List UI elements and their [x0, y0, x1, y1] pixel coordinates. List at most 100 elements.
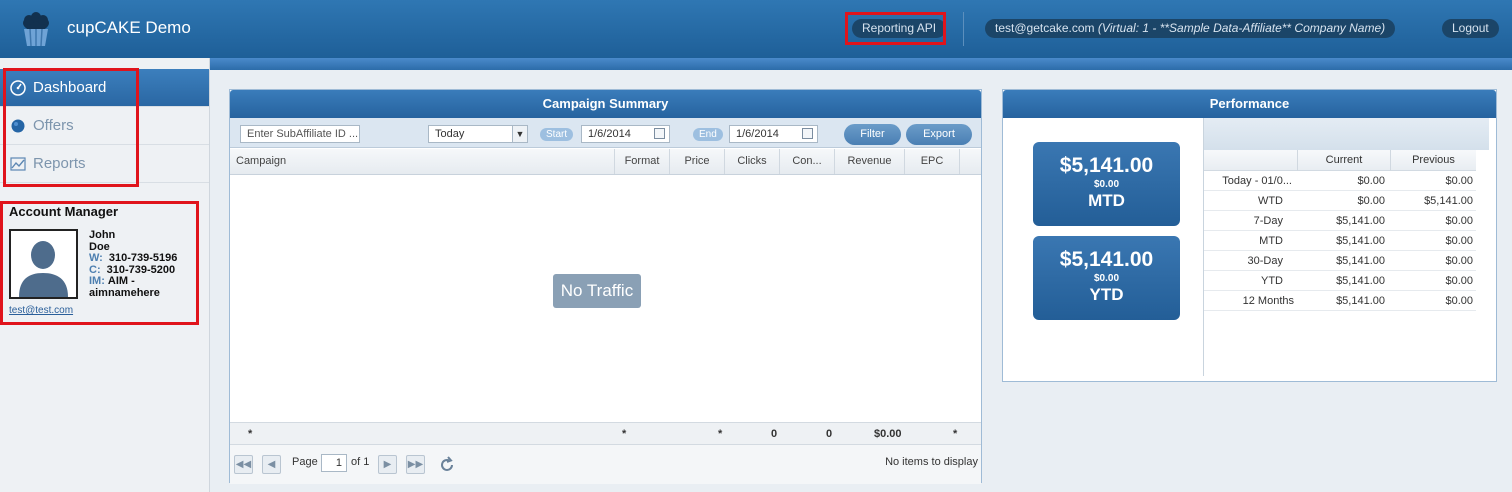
- last-page-icon[interactable]: ▶▶: [406, 455, 425, 474]
- row-previous: $0.00: [1445, 275, 1473, 287]
- mtd-label: MTD: [1088, 191, 1125, 210]
- header-subbar: [210, 58, 1512, 70]
- column-header-conversions[interactable]: Con...: [780, 149, 835, 174]
- subaffiliate-input[interactable]: Enter SubAffiliate ID ...: [240, 125, 360, 143]
- ytd-label: YTD: [1089, 285, 1124, 304]
- performance-table: Current Previous Today - 01/0... $0.00 $…: [1203, 118, 1489, 376]
- table-row: 12 Months $5,141.00 $0.00: [1204, 291, 1476, 311]
- row-label: Today - 01/0...: [1222, 175, 1292, 187]
- refresh-icon[interactable]: [437, 455, 457, 475]
- mtd-value: $5,141.00: [1059, 154, 1154, 177]
- app-title: cupCAKE Demo: [67, 18, 191, 37]
- row-current: $0.00: [1357, 195, 1385, 207]
- row-label: 30-Day: [1247, 255, 1283, 267]
- end-label: End: [693, 128, 723, 141]
- total-clicks: 0: [771, 428, 778, 440]
- panel-title: Performance: [1003, 90, 1496, 118]
- row-current: $5,141.00: [1336, 215, 1385, 227]
- mtd-kpi-card: $5,141.00 $0.00 MTD: [1033, 142, 1180, 226]
- user-detail: (Virtual: 1 - **Sample Data-Affiliate** …: [1097, 21, 1386, 35]
- highlight-box: [3, 68, 139, 187]
- table-row: YTD $5,141.00 $0.00: [1204, 271, 1476, 291]
- row-current: $5,141.00: [1336, 275, 1385, 287]
- total-campaign: *: [248, 428, 253, 440]
- page-count: of 1: [351, 456, 370, 468]
- ytd-sub-value: $0.00: [1093, 273, 1120, 284]
- column-header-revenue[interactable]: Revenue: [835, 149, 905, 174]
- page-number-input[interactable]: 1: [321, 454, 347, 472]
- row-previous: $0.00: [1445, 295, 1473, 307]
- row-current: $0.00: [1357, 175, 1385, 187]
- performance-panel: Performance $5,141.00 $0.00 MTD $5,141.0…: [1002, 89, 1497, 382]
- row-current: $5,141.00: [1336, 255, 1385, 267]
- calendar-icon[interactable]: [802, 128, 813, 139]
- next-page-icon[interactable]: ▶: [378, 455, 397, 474]
- campaign-toolbar: Enter SubAffiliate ID ... Today ▼ Start …: [230, 118, 981, 148]
- end-date-input[interactable]: 1/6/2014: [729, 125, 818, 143]
- column-header-price[interactable]: Price: [670, 149, 725, 174]
- mtd-sub-value: $0.00: [1093, 179, 1120, 190]
- ytd-kpi-card: $5,141.00 $0.00 YTD: [1033, 236, 1180, 320]
- prev-page-icon[interactable]: ◀: [262, 455, 281, 474]
- sidebar: Dashboard Offers Reports Account Manager…: [0, 58, 210, 492]
- total-price: *: [718, 428, 723, 440]
- column-header-clicks[interactable]: Clicks: [725, 149, 780, 174]
- row-label: YTD: [1261, 275, 1283, 287]
- logout-button[interactable]: Logout: [1442, 19, 1499, 38]
- pager: ◀◀ ◀ Page 1 of 1 ▶ ▶▶ No items to displa…: [230, 444, 981, 484]
- performance-table-header: Current Previous: [1204, 150, 1476, 171]
- table-row: 30-Day $5,141.00 $0.00: [1204, 251, 1476, 271]
- row-previous: $5,141.00: [1424, 195, 1473, 207]
- table-row: MTD $5,141.00 $0.00: [1204, 231, 1476, 251]
- export-button[interactable]: Export: [906, 124, 972, 145]
- table-row: WTD $0.00 $5,141.00: [1204, 191, 1476, 211]
- pager-status: No items to display: [885, 456, 978, 468]
- highlight-box: [0, 201, 199, 325]
- chevron-down-icon[interactable]: ▼: [512, 126, 527, 142]
- column-header-epc[interactable]: EPC: [905, 149, 960, 174]
- campaign-summary-panel: Campaign Summary Enter SubAffiliate ID .…: [229, 89, 982, 484]
- row-previous: $0.00: [1445, 175, 1473, 187]
- row-current: $5,141.00: [1336, 235, 1385, 247]
- row-previous: $0.00: [1445, 235, 1473, 247]
- column-header-current: Current: [1297, 150, 1391, 171]
- row-label: 12 Months: [1242, 295, 1294, 307]
- total-format: *: [622, 428, 627, 440]
- user-email: test@getcake.com: [995, 21, 1095, 35]
- table-row: 7-Day $5,141.00 $0.00: [1204, 211, 1476, 231]
- panel-title: Campaign Summary: [230, 90, 981, 118]
- column-header-previous: Previous: [1412, 154, 1455, 166]
- ytd-value: $5,141.00: [1059, 248, 1154, 271]
- column-header-campaign[interactable]: Campaign: [230, 149, 615, 174]
- campaign-grid-header: Campaign Format Price Clicks Con... Reve…: [230, 149, 981, 175]
- row-label: MTD: [1259, 235, 1283, 247]
- cupcake-logo-icon: [23, 12, 49, 47]
- app-header: cupCAKE Demo Reporting API test@getcake.…: [0, 0, 1512, 58]
- date-range-value: Today: [435, 128, 465, 140]
- row-current: $5,141.00: [1336, 295, 1385, 307]
- calendar-icon[interactable]: [654, 128, 665, 139]
- first-page-icon[interactable]: ◀◀: [234, 455, 253, 474]
- start-date-input[interactable]: 1/6/2014: [581, 125, 670, 143]
- table-row: Today - 01/0... $0.00 $0.00: [1204, 171, 1476, 191]
- no-traffic-message: No Traffic: [553, 274, 641, 308]
- header-divider: [963, 12, 964, 46]
- start-date-value: 1/6/2014: [588, 128, 631, 140]
- total-revenue: $0.00: [874, 428, 902, 440]
- total-epc: *: [953, 428, 958, 440]
- totals-row: * * * 0 0 $0.00 *: [230, 422, 981, 444]
- performance-table-top: [1204, 118, 1489, 150]
- row-previous: $0.00: [1445, 215, 1473, 227]
- row-previous: $0.00: [1445, 255, 1473, 267]
- row-label: 7-Day: [1253, 215, 1283, 227]
- total-conversions: 0: [826, 428, 833, 440]
- highlight-box: [845, 12, 946, 45]
- date-range-select[interactable]: Today ▼: [428, 125, 528, 143]
- filter-button[interactable]: Filter: [844, 124, 901, 145]
- row-label: WTD: [1257, 195, 1283, 207]
- start-label: Start: [540, 128, 574, 141]
- user-account-pill[interactable]: test@getcake.com (Virtual: 1 - **Sample …: [985, 19, 1396, 38]
- column-header-format[interactable]: Format: [615, 149, 670, 174]
- page-label: Page: [292, 456, 318, 468]
- end-date-value: 1/6/2014: [736, 128, 779, 140]
